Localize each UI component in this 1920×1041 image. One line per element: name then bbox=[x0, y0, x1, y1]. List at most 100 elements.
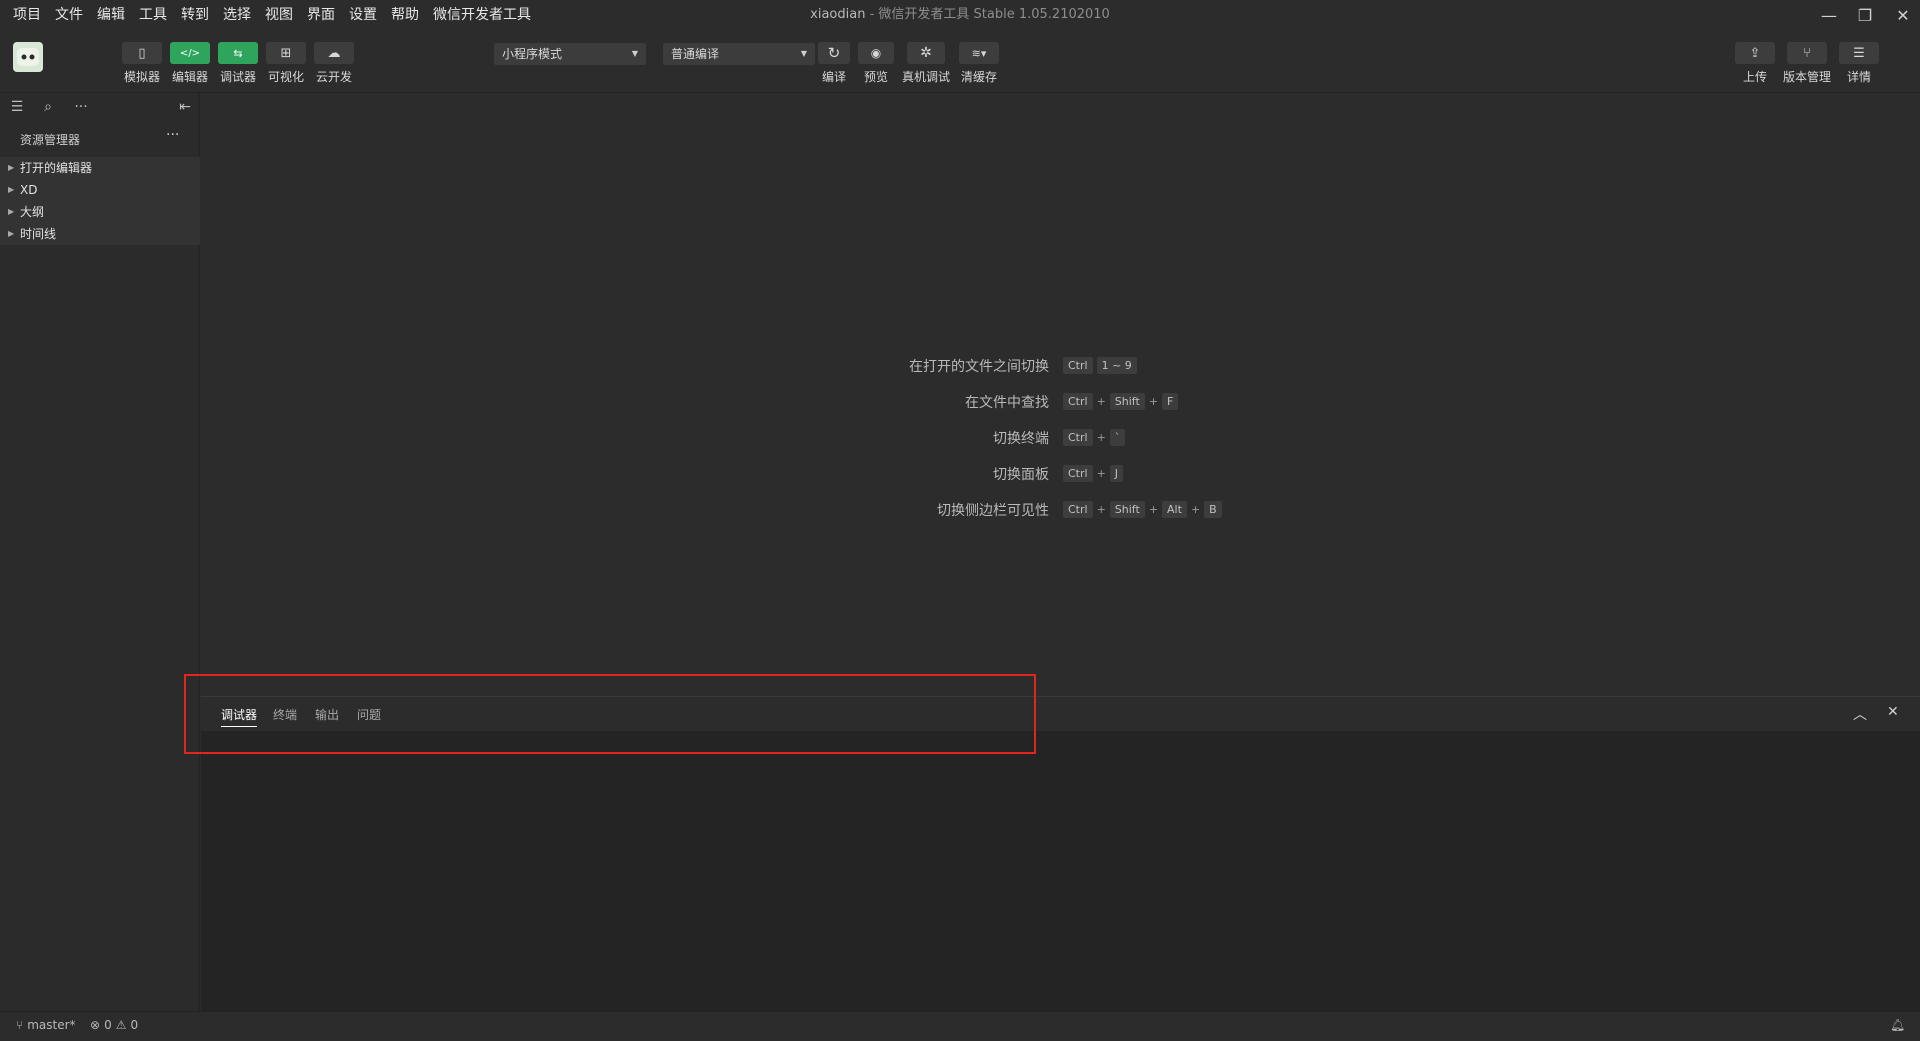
git-branch-status[interactable]: ⑂ master* bbox=[16, 1018, 76, 1032]
key-cap: Ctrl bbox=[1063, 501, 1093, 518]
tree-item-outline[interactable]: ▶ 大纲 bbox=[0, 201, 200, 223]
menu-help[interactable]: 帮助 bbox=[384, 0, 426, 30]
editor-area bbox=[201, 93, 1920, 695]
key-cap: Shift bbox=[1109, 393, 1145, 410]
close-icon: ✕ bbox=[1887, 704, 1899, 720]
tree-item-timeline[interactable]: ▶ 时间线 bbox=[0, 223, 200, 245]
layout-icon: ⊞ bbox=[280, 45, 292, 61]
menu-icon: ☰ bbox=[1853, 45, 1865, 61]
branch-name: master* bbox=[27, 1018, 76, 1032]
shortcut-label: 切换面板 bbox=[993, 467, 1049, 483]
preview-button[interactable]: ◉ bbox=[858, 42, 894, 64]
preview-label: 预览 bbox=[863, 70, 888, 84]
editor-label: 编辑器 bbox=[171, 70, 208, 84]
menu-view[interactable]: 视图 bbox=[258, 0, 300, 30]
error-count: 0 bbox=[104, 1018, 112, 1032]
clear-cache-label: 清缓存 bbox=[960, 70, 997, 84]
debugger-button[interactable]: ⇆ bbox=[218, 42, 258, 64]
mode-select-value: 小程序模式 bbox=[502, 47, 563, 61]
details-label: 详情 bbox=[1846, 70, 1871, 84]
chevron-right-icon: ▶ bbox=[8, 207, 15, 216]
chevron-right-icon: ▶ bbox=[8, 163, 15, 172]
maximize-panel-button[interactable]: ︿ bbox=[1853, 704, 1867, 724]
bug-icon: ✲ bbox=[920, 45, 932, 61]
shortcut-label: 在打开的文件之间切换 bbox=[909, 359, 1049, 375]
menu-select[interactable]: 选择 bbox=[216, 0, 258, 30]
refresh-icon: ↻ bbox=[827, 44, 841, 62]
key-plus: + bbox=[1190, 503, 1201, 516]
clear-cache-button[interactable]: ≋▾ bbox=[959, 42, 999, 64]
close-icon: ✕ bbox=[1896, 5, 1910, 25]
caret-down-icon: ▼ bbox=[631, 49, 638, 58]
shortcut-keys: Ctrl + Shift + F bbox=[1063, 393, 1179, 410]
explorer-list-icon[interactable]: ☰ bbox=[7, 97, 27, 117]
phone-icon: ▯ bbox=[138, 45, 146, 61]
menu-project[interactable]: 项目 bbox=[6, 0, 48, 30]
branch-icon: ⑂ bbox=[16, 1018, 24, 1032]
compile-button[interactable]: ↻ bbox=[818, 42, 850, 64]
explorer-more-button[interactable]: ··· bbox=[166, 127, 179, 143]
explorer-tree: ▶ 打开的编辑器 ▶ XD ▶ 大纲 ▶ 时间线 bbox=[0, 157, 200, 245]
upload-button[interactable]: ⇪ bbox=[1735, 42, 1775, 64]
close-window-button[interactable]: ✕ bbox=[1880, 0, 1920, 30]
chevron-up-icon: ︿ bbox=[1853, 707, 1867, 723]
restore-icon: ❐ bbox=[1857, 5, 1873, 25]
bell-icon: 🔔︎ bbox=[1890, 1018, 1906, 1032]
menu-tools[interactable]: 工具 bbox=[132, 0, 174, 30]
compile-select[interactable]: 普通编译 ▼ bbox=[663, 43, 815, 65]
menu-edit[interactable]: 编辑 bbox=[90, 0, 132, 30]
shortcut-keys: Ctrl 1 ~ 9 bbox=[1063, 357, 1137, 374]
key-cap: 1 ~ 9 bbox=[1096, 357, 1137, 374]
visualize-label: 可视化 bbox=[267, 70, 304, 84]
warning-icon: ⚠ bbox=[115, 1018, 127, 1032]
avatar[interactable] bbox=[13, 42, 43, 72]
shortcut-keys: Ctrl + J bbox=[1063, 465, 1124, 482]
highlight-box bbox=[184, 674, 1036, 754]
details-button[interactable]: ☰ bbox=[1839, 42, 1879, 64]
remote-debug-button[interactable]: ✲ bbox=[907, 42, 945, 64]
menu-interface[interactable]: 界面 bbox=[300, 0, 342, 30]
editor-button[interactable]: </> bbox=[170, 42, 210, 64]
more-icon[interactable]: ··· bbox=[71, 97, 91, 117]
caret-down-icon: ▼ bbox=[800, 49, 807, 58]
key-plus: + bbox=[1096, 431, 1106, 444]
close-panel-button[interactable]: ✕ bbox=[1887, 704, 1899, 720]
key-cap: Ctrl bbox=[1063, 357, 1093, 374]
debug-icon: ⇆ bbox=[233, 46, 243, 60]
key-cap: Ctrl bbox=[1063, 429, 1093, 446]
chevron-right-icon: ▶ bbox=[8, 229, 15, 238]
problems-status[interactable]: ⊗ 0 ⚠ 0 bbox=[90, 1018, 138, 1032]
cloud-dev-button[interactable]: ☁ bbox=[314, 42, 354, 64]
compile-label: 编译 bbox=[821, 70, 846, 84]
shortcut-label: 切换侧边栏可见性 bbox=[937, 503, 1049, 519]
search-icon[interactable]: ⌕ bbox=[38, 97, 58, 117]
notifications-button[interactable]: 🔔︎ bbox=[1890, 1018, 1905, 1032]
compile-select-value: 普通编译 bbox=[671, 47, 720, 61]
tree-item-label: 大纲 bbox=[20, 205, 45, 219]
error-icon: ⊗ bbox=[90, 1018, 101, 1032]
collapse-sidebar-icon[interactable]: ⇤ bbox=[175, 97, 195, 117]
status-bar bbox=[0, 1011, 1920, 1041]
version-control-button[interactable]: ⑂ bbox=[1787, 42, 1827, 64]
simulator-button[interactable]: ▯ bbox=[122, 42, 162, 64]
tree-item-label: XD bbox=[20, 183, 38, 197]
warning-count: 0 bbox=[130, 1018, 139, 1032]
tree-item-xd[interactable]: ▶ XD bbox=[0, 179, 200, 201]
menu-file[interactable]: 文件 bbox=[48, 0, 90, 30]
simulator-label: 模拟器 bbox=[123, 70, 160, 84]
tree-item-label: 时间线 bbox=[20, 227, 57, 241]
shortcut-label: 在文件中查找 bbox=[965, 395, 1049, 411]
menu-goto[interactable]: 转到 bbox=[174, 0, 216, 30]
menu-settings[interactable]: 设置 bbox=[342, 0, 384, 30]
visualize-button[interactable]: ⊞ bbox=[266, 42, 306, 64]
key-cap: B bbox=[1204, 501, 1222, 518]
key-cap: Ctrl bbox=[1063, 393, 1093, 410]
debugger-label: 调试器 bbox=[219, 70, 256, 84]
eye-icon: ◉ bbox=[870, 46, 882, 60]
shortcut-keys: Ctrl + ` bbox=[1063, 429, 1126, 446]
mode-select[interactable]: 小程序模式 ▼ bbox=[494, 43, 646, 65]
key-cap: ` bbox=[1109, 429, 1126, 446]
menu-wechat-devtools[interactable]: 微信开发者工具 bbox=[426, 0, 538, 30]
tree-item-open-editors[interactable]: ▶ 打开的编辑器 bbox=[0, 157, 200, 179]
key-cap: J bbox=[1109, 465, 1124, 482]
